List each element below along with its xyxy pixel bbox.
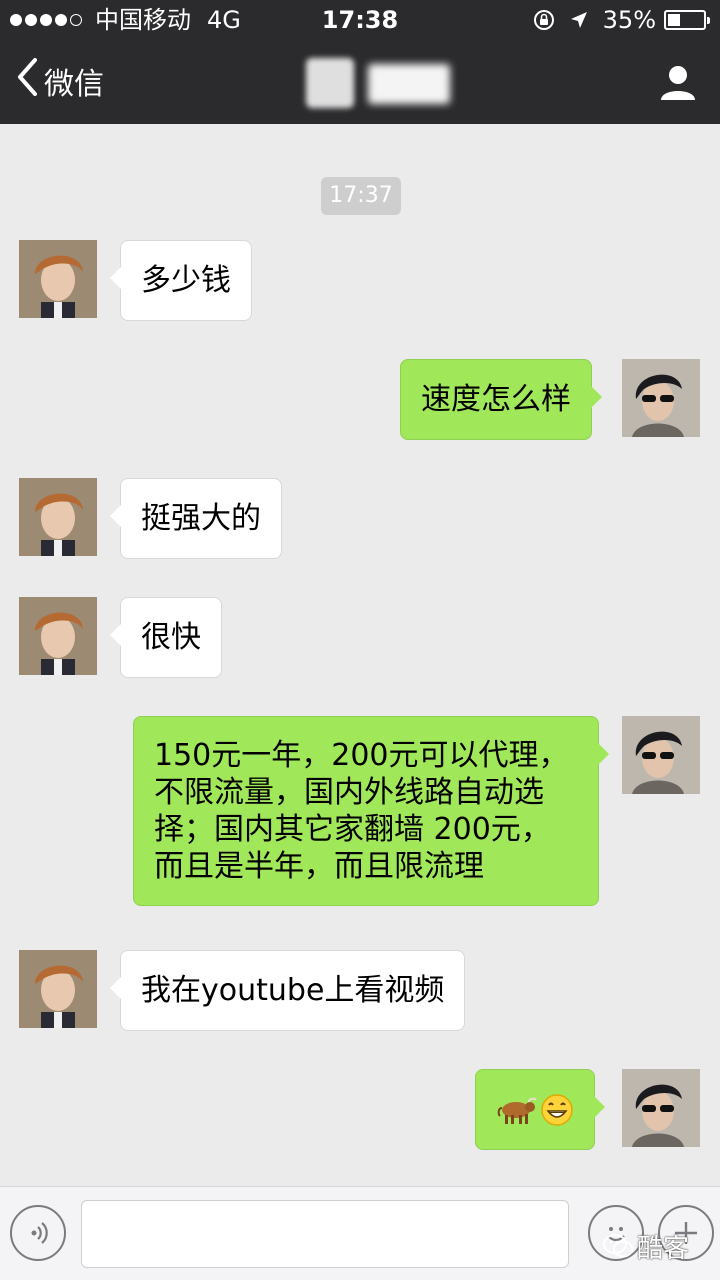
voice-icon — [31, 1222, 48, 1244]
message-text: 速度怎么样 — [421, 382, 571, 417]
grin-icon — [541, 1093, 573, 1126]
message-bubble-incoming[interactable]: 多少钱 — [110, 240, 252, 321]
nav-bar: 微信 — [0, 40, 720, 124]
chat-title-redacted — [300, 54, 460, 108]
message-bubble-incoming[interactable]: 我在youtube上看视频 — [109, 950, 466, 1031]
message-text: 挺强大的 — [141, 501, 261, 536]
message-bubble-incoming[interactable]: 挺强大的 — [110, 478, 282, 559]
contact-avatar[interactable] — [19, 597, 97, 675]
message-line: 而且是半年，而且限流理 — [154, 849, 484, 884]
self-avatar[interactable] — [622, 1069, 700, 1147]
battery-icon — [664, 10, 710, 30]
status-bar: 中国移动 4G 17:38 35% — [0, 0, 720, 40]
wechat-logo-icon — [603, 1234, 633, 1258]
chat-area[interactable]: 17:37 多少钱 速度怎么样 挺强大的 很快 150元一年，200元可以代理，… — [0, 124, 720, 1186]
top-header: 中国移动 4G 17:38 35% 微信 — [0, 0, 720, 124]
message-bubble-incoming[interactable]: 很快 — [110, 597, 222, 678]
self-avatar[interactable] — [622, 716, 700, 794]
message-line: 不限流量，国内外线路自动选 — [154, 775, 544, 810]
back-label: 微信 — [44, 67, 104, 102]
message-text: 很快 — [141, 620, 201, 655]
message-line: 择；国内其它家翻墙 200元， — [154, 812, 551, 847]
person-icon — [661, 66, 695, 100]
battery-percent: 35% — [602, 6, 656, 34]
watermark: 酷客 — [603, 1226, 689, 1266]
back-button[interactable]: 微信 — [16, 58, 104, 104]
watermark-text: 酷客 — [637, 1233, 690, 1264]
location-arrow-icon — [569, 10, 589, 30]
orientation-lock-icon — [533, 9, 555, 31]
contact-avatar[interactable] — [19, 478, 97, 556]
message-text: 我在youtube上看视频 — [141, 973, 445, 1008]
voice-input-button[interactable] — [10, 1205, 66, 1261]
message-bubble-outgoing[interactable]: 速度怎么样 — [400, 359, 602, 440]
message-bubble-outgoing[interactable] — [475, 1069, 605, 1150]
self-avatar[interactable] — [622, 359, 700, 437]
message-line: 150元一年，200元可以代理， — [154, 738, 569, 773]
message-timestamp: 17:37 — [321, 177, 401, 215]
message-input[interactable] — [81, 1200, 569, 1268]
message-text: 多少钱 — [141, 263, 231, 298]
contact-avatar[interactable] — [19, 950, 97, 1028]
contact-avatar[interactable] — [19, 240, 97, 318]
message-bubble-outgoing[interactable]: 150元一年，200元可以代理， 不限流量，国内外线路自动选 择；国内其它家翻墙… — [133, 716, 609, 906]
ox-icon — [497, 1097, 537, 1124]
chevron-left-icon — [16, 58, 38, 104]
chat-info-button[interactable] — [658, 62, 698, 102]
